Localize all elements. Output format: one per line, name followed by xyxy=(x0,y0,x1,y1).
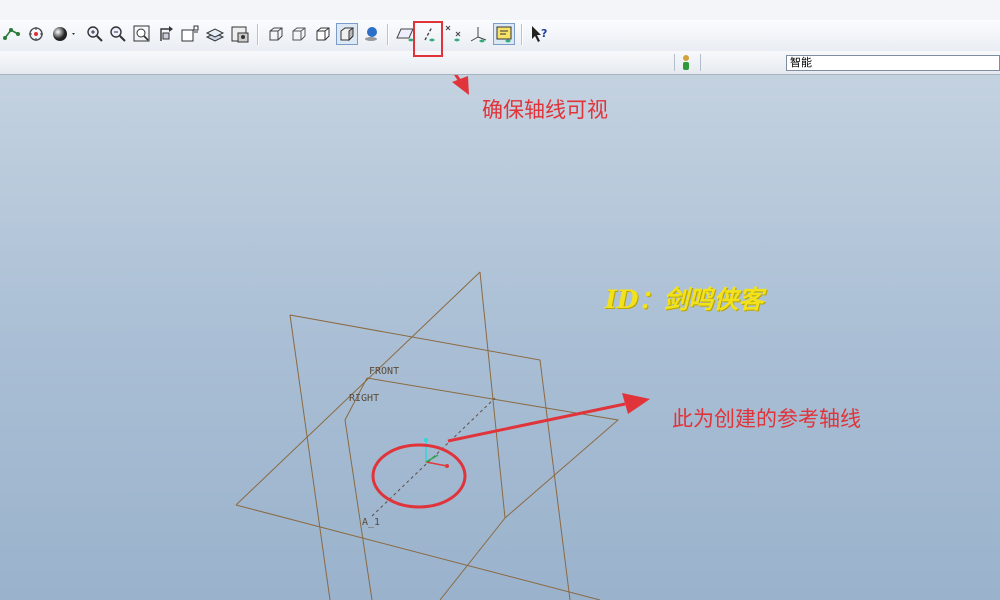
annotation-display-icon[interactable] xyxy=(493,23,515,45)
reorient-icon[interactable] xyxy=(155,23,177,45)
axis-callout-text: 此为创建的参考轴线 xyxy=(672,407,861,431)
view-toolbar: ? xyxy=(0,20,1000,52)
right-plane-label: RIGHT xyxy=(349,393,379,404)
refit-icon[interactable] xyxy=(131,23,153,45)
context-help-icon[interactable]: ? xyxy=(528,23,550,45)
wireframe-icon[interactable] xyxy=(265,23,287,45)
datum-point-display-icon[interactable] xyxy=(443,23,465,45)
selection-filter-select[interactable]: 智能 xyxy=(786,55,1000,71)
svg-text:?: ? xyxy=(541,27,547,40)
top-callout-text: 确保轴线可视 xyxy=(482,98,608,122)
coordinate-system-display-icon[interactable] xyxy=(468,23,490,45)
sketch-display-icon[interactable] xyxy=(1,23,23,45)
graphics-viewport[interactable]: FRONT RIGHT A_1 xyxy=(0,75,1000,600)
axis-callout-arrow xyxy=(447,402,626,443)
front-plane-label: FRONT xyxy=(369,366,399,377)
no-hidden-icon[interactable] xyxy=(312,23,334,45)
axis-label: A_1 xyxy=(362,517,380,528)
title-strip xyxy=(0,0,1000,21)
display-style-icon[interactable] xyxy=(50,23,78,45)
zoom-out-icon[interactable] xyxy=(107,23,129,45)
saved-views-icon[interactable] xyxy=(179,23,201,45)
traffic-light-icon xyxy=(680,54,692,72)
model-scene: FRONT RIGHT A_1 xyxy=(235,75,650,600)
hidden-line-icon[interactable] xyxy=(288,23,310,45)
zoom-in-icon[interactable] xyxy=(84,23,106,45)
axis-highlight-ellipse xyxy=(371,443,467,509)
layers-icon[interactable] xyxy=(204,23,226,45)
author-watermark: ID：剑鸣侠客 xyxy=(605,285,764,314)
spin-center-icon[interactable] xyxy=(25,23,47,45)
axis-toggle-highlight xyxy=(413,21,443,57)
shading-icon[interactable] xyxy=(336,23,358,45)
enhanced-realism-icon[interactable] xyxy=(360,23,382,45)
repaint-icon[interactable] xyxy=(229,23,251,45)
